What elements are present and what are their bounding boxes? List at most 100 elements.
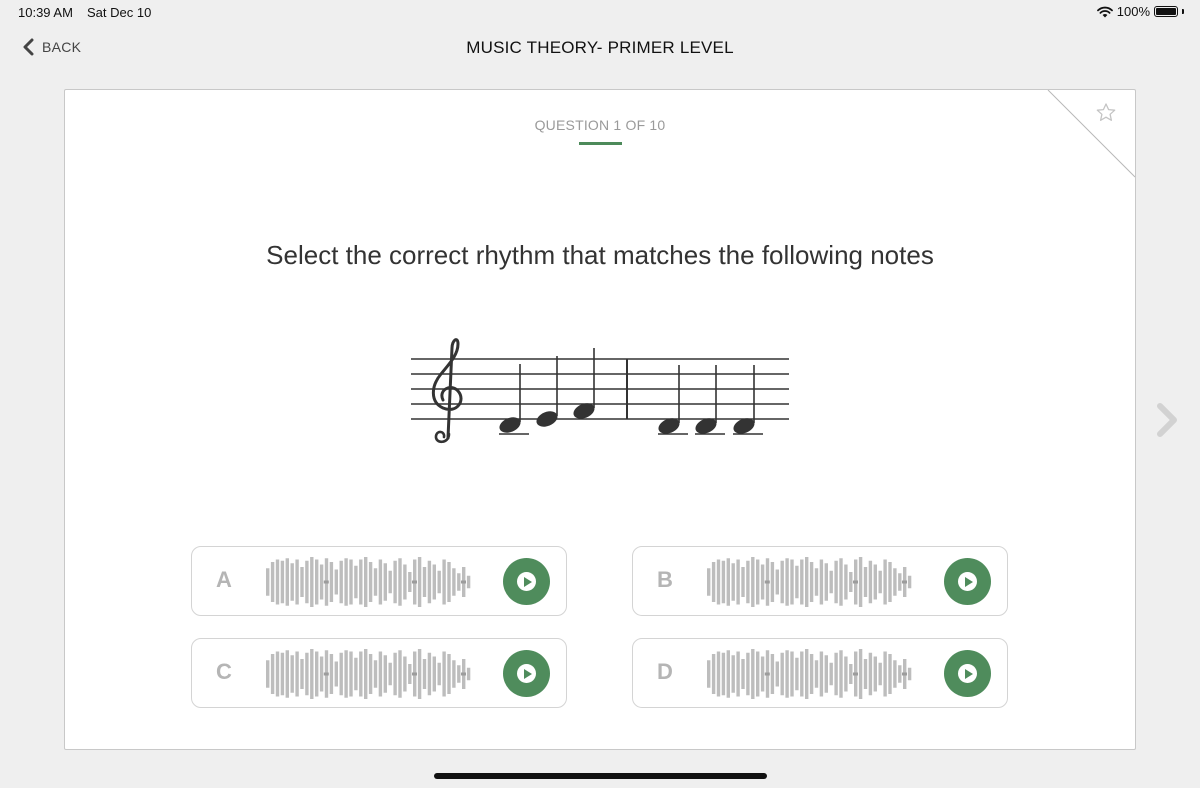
waveform-bar xyxy=(349,651,353,697)
waveform-bar xyxy=(707,568,711,596)
waveform-bar xyxy=(364,557,368,607)
waveform-bar xyxy=(760,656,765,692)
waveform-bar xyxy=(275,559,280,605)
waveform-bar xyxy=(422,567,427,597)
waveform-bar xyxy=(417,649,422,699)
battery-percentage: 100% xyxy=(1116,4,1150,19)
status-time: 10:39 AM xyxy=(18,5,73,20)
waveform-bar xyxy=(819,559,824,605)
waveform-bar xyxy=(310,557,314,607)
play-triangle xyxy=(964,668,973,679)
chevron-right-icon[interactable] xyxy=(1154,402,1182,438)
waveform-bar xyxy=(898,573,902,591)
question-prompt: Select the correct rhythm that matches t… xyxy=(266,240,934,270)
play-button[interactable] xyxy=(944,558,991,605)
play-triangle xyxy=(964,576,973,587)
waveform-bar xyxy=(780,652,784,696)
waveform-bar xyxy=(731,655,735,693)
waveform-marker xyxy=(412,672,417,676)
waveform-bar xyxy=(814,568,819,596)
progress-indicator xyxy=(579,142,622,145)
waveform-bar xyxy=(746,652,750,696)
waveform-bar xyxy=(466,575,471,589)
option-letter: D xyxy=(657,659,673,684)
play-button[interactable] xyxy=(944,650,991,697)
answer-option-b[interactable]: B xyxy=(632,546,1008,616)
waveform-bar xyxy=(790,651,794,697)
waveform-bar xyxy=(726,650,730,698)
home-indicator xyxy=(434,773,767,779)
play-icon xyxy=(517,664,536,683)
waveform-bar xyxy=(907,667,912,681)
waveform-bar xyxy=(707,660,711,688)
waveform-bar xyxy=(393,560,397,604)
option-letter: B xyxy=(657,567,673,592)
waveform-bar xyxy=(373,660,378,688)
waveform-bar xyxy=(388,662,392,686)
waveform-bar xyxy=(805,649,809,699)
battery-cap xyxy=(1182,9,1184,14)
waveform-bar xyxy=(398,558,402,606)
answer-option-d[interactable]: D xyxy=(632,638,1008,708)
answer-option-a[interactable]: A xyxy=(191,546,567,616)
waveform-bar xyxy=(756,559,760,605)
waveform-bar xyxy=(893,660,897,688)
waveform-bar xyxy=(383,655,387,693)
play-triangle xyxy=(523,668,532,679)
waveform-marker xyxy=(853,580,858,584)
waveform-bar xyxy=(824,655,828,693)
waveform-bar xyxy=(452,568,456,596)
waveform-bar xyxy=(344,650,348,698)
waveform-bar xyxy=(809,654,814,694)
waveform-bar xyxy=(300,659,304,689)
staff-lines xyxy=(411,358,789,420)
waveform-bar xyxy=(839,650,843,698)
waveform-bar xyxy=(339,652,343,696)
waveform-bar xyxy=(790,559,794,605)
waveform-bar xyxy=(290,655,294,693)
waveform-bar xyxy=(800,559,804,605)
waveform-bar xyxy=(736,651,740,697)
waveform-bar xyxy=(721,560,726,604)
waveform-bar xyxy=(878,662,882,686)
waveform-bar xyxy=(829,662,833,686)
answer-option-c[interactable]: C xyxy=(191,638,567,708)
waveform-bar xyxy=(339,560,343,604)
waveform-bar xyxy=(427,652,432,696)
question-counter: QUESTION 1 OF 10 xyxy=(534,117,666,133)
waveform-bar xyxy=(285,558,289,606)
waveform-bar xyxy=(711,654,716,694)
waveform-bar xyxy=(888,562,892,602)
waveform-bar xyxy=(447,654,451,694)
waveform-bar xyxy=(834,652,838,696)
waveform-bar xyxy=(266,568,270,596)
waveform-bar xyxy=(736,559,740,605)
waveform-bar xyxy=(466,667,471,681)
battery-icon xyxy=(1154,6,1178,17)
waveform-bar xyxy=(868,652,873,696)
waveform-bar xyxy=(883,559,887,605)
waveform-bar xyxy=(315,559,319,605)
waveform-bar xyxy=(731,563,735,601)
waveform-marker xyxy=(323,580,329,584)
waveform-bar xyxy=(741,659,745,689)
waveform-bar xyxy=(770,562,775,602)
waveform-bar xyxy=(858,557,863,607)
waveform-bar xyxy=(334,569,338,595)
waveform-marker xyxy=(764,672,770,676)
waveform-bar xyxy=(751,557,755,607)
waveform-bar xyxy=(378,651,383,697)
play-button[interactable] xyxy=(503,558,550,605)
waveform-bar xyxy=(408,572,412,592)
waveform-bar xyxy=(849,664,853,684)
waveform-bar xyxy=(907,575,912,589)
bookmark-corner[interactable] xyxy=(1045,90,1135,180)
waveform-bar xyxy=(873,564,877,600)
waveform-bar xyxy=(310,649,314,699)
waveform-bar xyxy=(868,560,873,604)
status-date: Sat Dec 10 xyxy=(87,5,152,20)
waveform-bar xyxy=(427,560,432,604)
waveform-bar xyxy=(359,651,363,697)
play-button[interactable] xyxy=(503,650,550,697)
waveform-bar xyxy=(849,572,853,592)
